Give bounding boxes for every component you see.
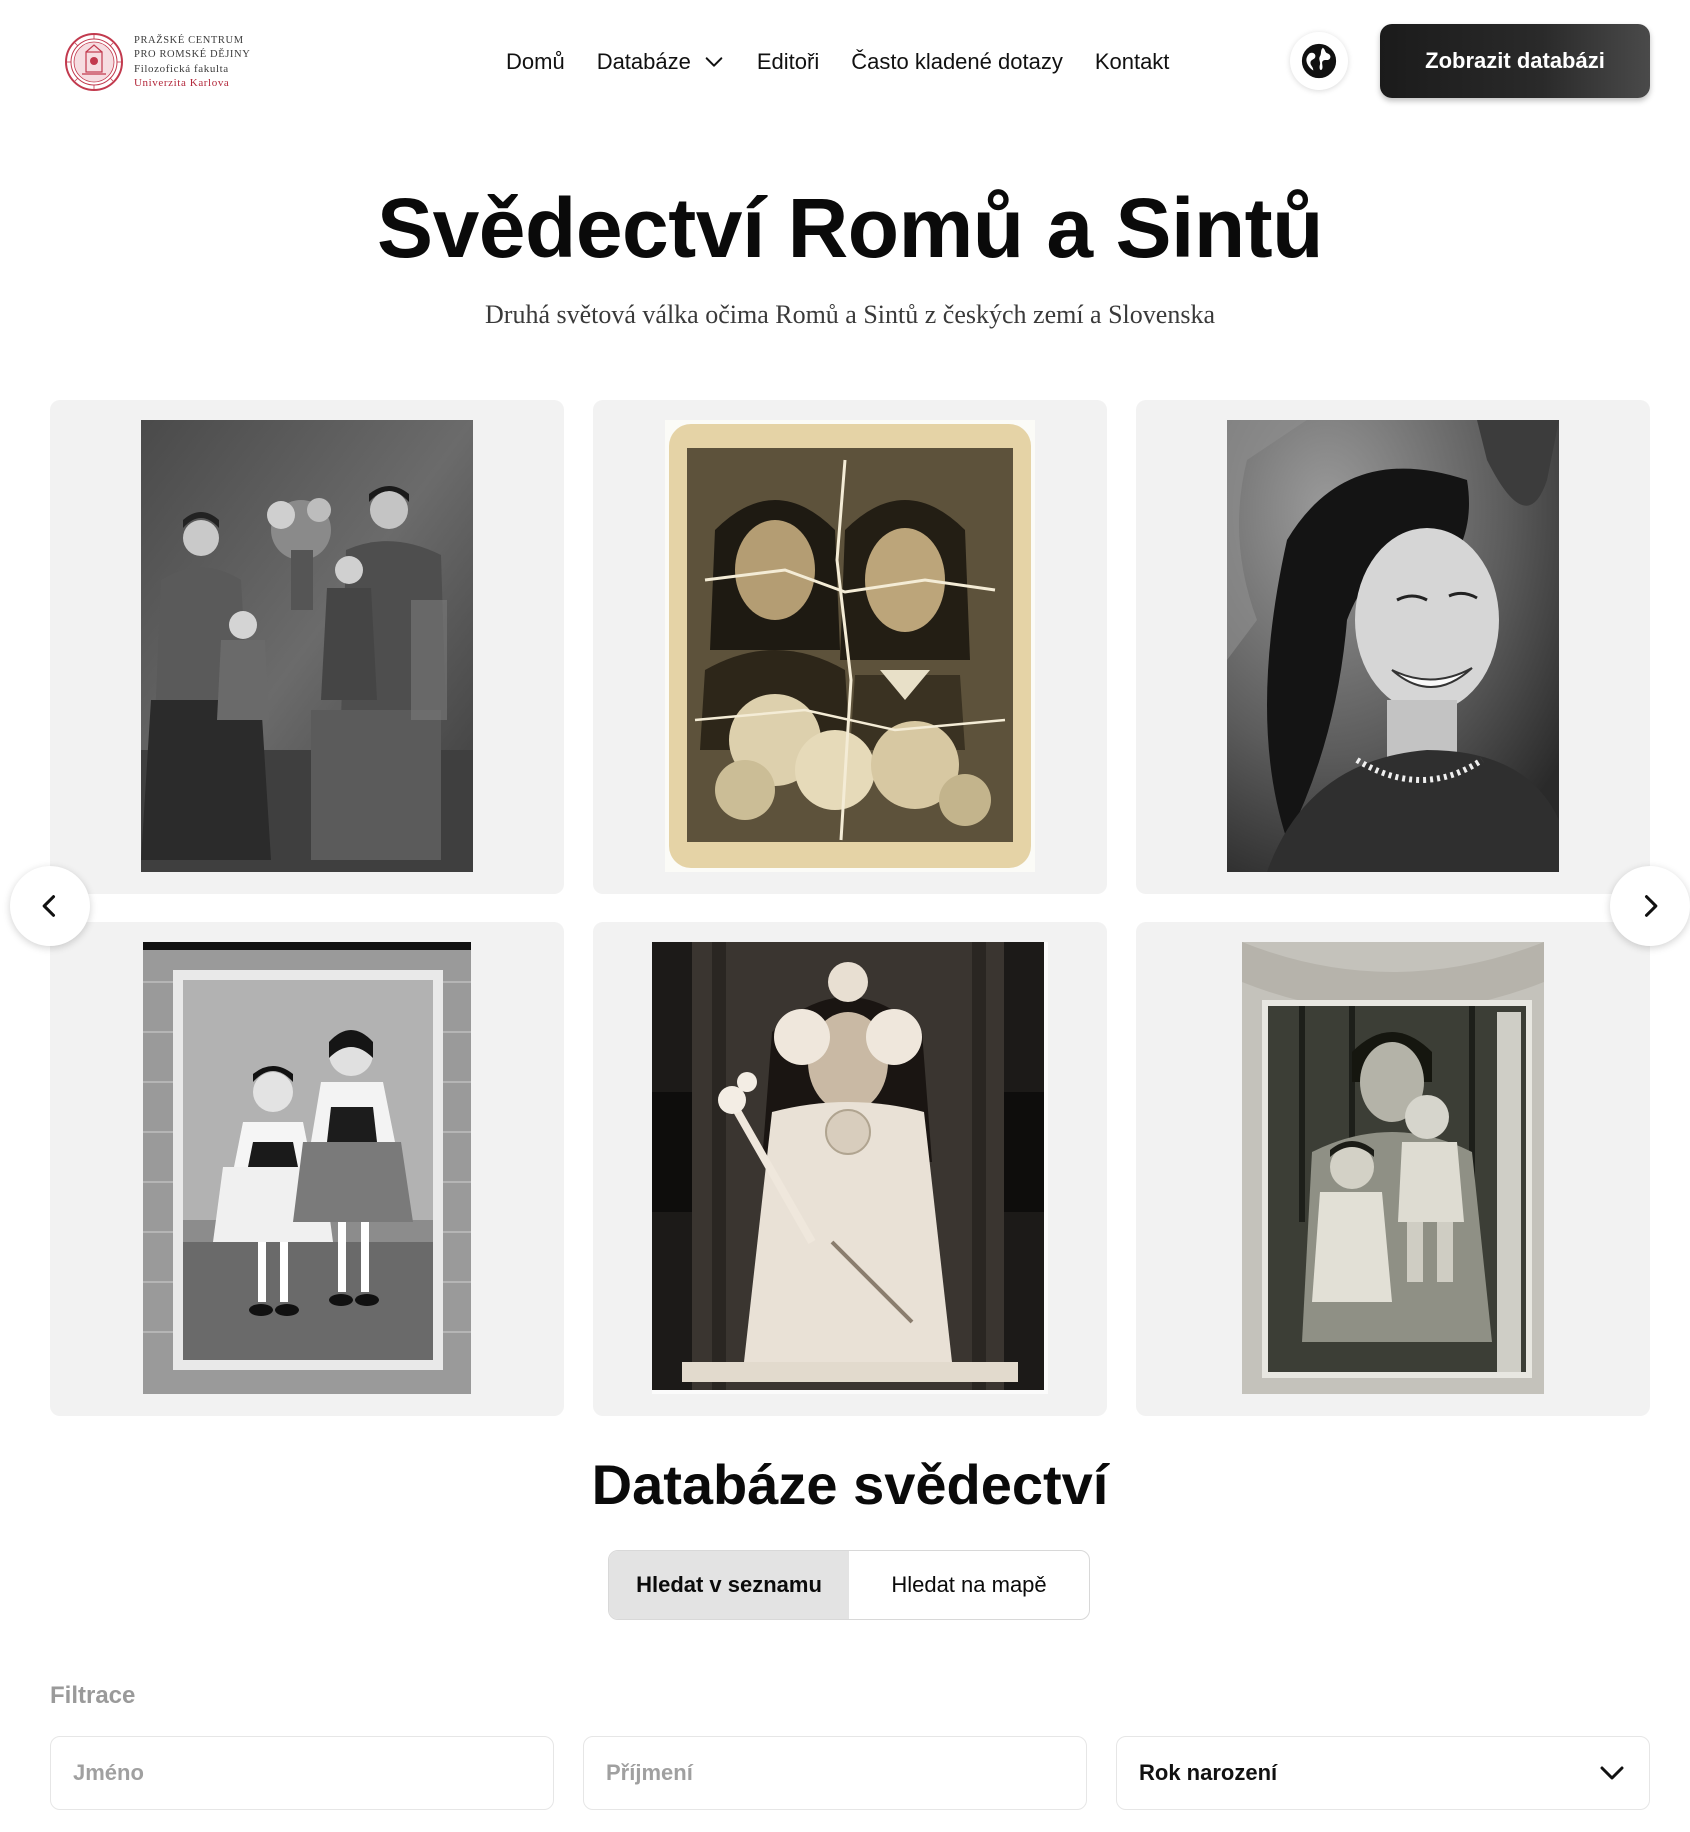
page-subtitle: Druhá světová válka očima Romů a Sintů z…: [485, 300, 1215, 329]
site-header: Pražské centrum pro romské dějiny Filozo…: [0, 0, 1690, 124]
institution-logo[interactable]: Pražské centrum pro romské dějiny Filozo…: [64, 30, 250, 94]
gallery-card-2[interactable]: [593, 400, 1107, 894]
search-mode-toggle: Hledat v seznamu Hledat na mapě: [608, 1550, 1090, 1620]
photo-gallery: [10, 400, 1690, 1418]
chevron-down-icon: [1600, 1766, 1624, 1780]
main-nav: Domů Databáze Editoři Často kladené dota…: [506, 44, 1201, 80]
birth-year-select[interactable]: Rok narození: [1116, 1736, 1650, 1810]
page-title: Svědectví Romů a Sintů: [377, 181, 1323, 275]
gallery-card-6[interactable]: [1136, 922, 1650, 1416]
chevron-right-icon: [1644, 895, 1658, 917]
database-section-title: Databáze svědectví: [591, 1453, 1109, 1516]
two-girls-costume-photo: [143, 942, 471, 1394]
smiling-woman-photo: [1227, 420, 1559, 872]
carousel-prev-button[interactable]: [10, 866, 90, 946]
first-name-field: [50, 1736, 554, 1810]
two-girls-portrait-photo: [665, 420, 1035, 872]
show-database-button[interactable]: Zobrazit databázi: [1380, 24, 1650, 98]
gallery-card-3[interactable]: [1136, 400, 1650, 894]
filter-label: Filtrace: [50, 1682, 136, 1709]
logo-line-4: Univerzita Karlova: [134, 77, 230, 89]
logo-line-1: Pražské centrum: [134, 35, 244, 46]
nav-database-label: Databáze: [596, 49, 691, 74]
birth-year-label: Rok narození: [1139, 1760, 1278, 1785]
woman-with-children-photo: [1242, 942, 1544, 1394]
girl-communion-photo: [652, 942, 1048, 1394]
gallery-card-1[interactable]: [50, 400, 564, 894]
first-name-input[interactable]: [51, 1737, 553, 1809]
logo-text: Pražské centrum pro romské dějiny Filozo…: [134, 34, 250, 90]
logo-line-2: pro romské dějiny: [134, 49, 251, 60]
carousel-next-button[interactable]: [1610, 866, 1690, 946]
language-switcher[interactable]: [1290, 32, 1348, 90]
nav-database[interactable]: Databáze: [597, 49, 725, 75]
nav-editors[interactable]: Editoři: [757, 49, 819, 75]
tab-search-map[interactable]: Hledat na mapě: [849, 1551, 1089, 1619]
chevron-down-icon: [705, 57, 723, 67]
gallery-card-4[interactable]: [50, 922, 564, 1416]
chevron-left-icon: [42, 895, 56, 917]
gallery-card-5[interactable]: [593, 922, 1107, 1416]
tab-search-list[interactable]: Hledat v seznamu: [609, 1551, 849, 1619]
last-name-field: [583, 1736, 1087, 1810]
university-seal-icon: [65, 33, 123, 91]
logo-line-3: Filozofická fakulta: [134, 63, 229, 75]
nav-contact[interactable]: Kontakt: [1095, 49, 1170, 75]
globe-icon: [1301, 43, 1337, 79]
last-name-input[interactable]: [584, 1737, 1086, 1809]
nav-home[interactable]: Domů: [506, 49, 565, 75]
family-portrait-photo: [141, 420, 473, 872]
nav-faq[interactable]: Často kladené dotazy: [851, 49, 1063, 75]
